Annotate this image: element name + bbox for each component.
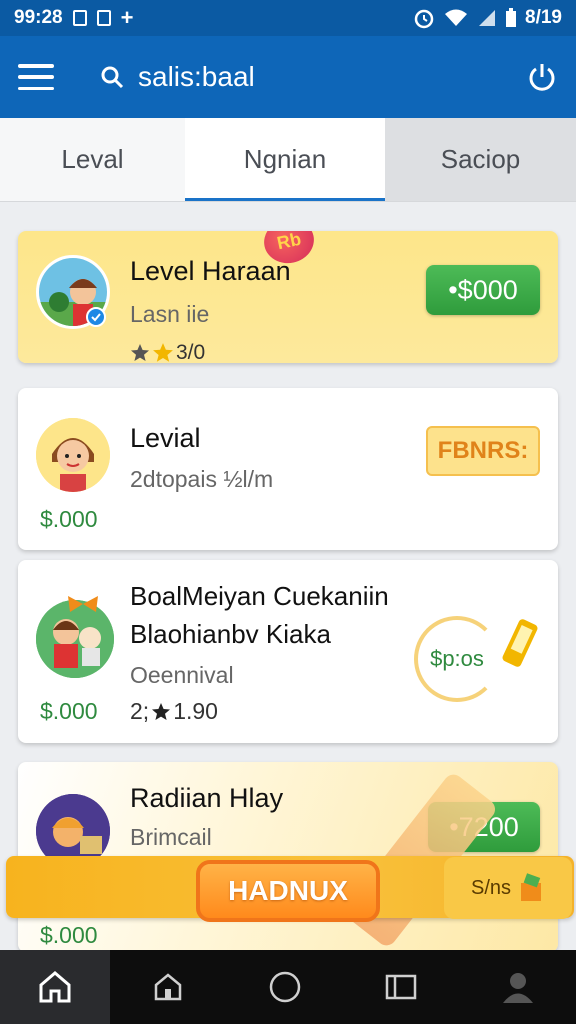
status-right: 8/19	[413, 7, 562, 29]
list-card-1[interactable]: Level Haraan Lasn iie 3/0 Rb •$000	[18, 231, 558, 363]
tab-saciop[interactable]: Saciop	[385, 118, 576, 201]
screen: 99:28 + 8/19 salis:baal Leval Ngnian Sac…	[0, 0, 576, 1024]
card-title: BoalMeiyan Cuekaniin	[130, 581, 389, 611]
card-title: Levial	[130, 423, 201, 453]
banner-side-label: S/ns	[470, 876, 512, 899]
message-icon	[96, 10, 111, 26]
star-icon	[131, 344, 149, 361]
bonus-button[interactable]: FBNRS:	[426, 426, 540, 476]
nav-profile[interactable]	[460, 950, 576, 1024]
card-price: $.000	[40, 922, 98, 948]
alarm-icon	[414, 9, 434, 29]
status-bar: 99:28 + 8/19	[0, 0, 576, 36]
nav-recent-apps[interactable]	[343, 950, 460, 1024]
rating-value: 3/0	[176, 341, 206, 363]
signal-icon	[479, 10, 496, 26]
card-subtitle: 2dtopais ½l/m	[130, 466, 274, 492]
circle-label: $p:os	[430, 646, 484, 671]
recent-apps-icon	[386, 974, 417, 1000]
house-icon	[155, 973, 182, 1001]
battery-icon	[506, 8, 517, 27]
tab-leval[interactable]: Leval	[0, 118, 185, 201]
nav-circle[interactable]	[227, 950, 344, 1024]
rating-value: 1.90	[173, 698, 218, 724]
price-button[interactable]: •$000	[426, 265, 540, 315]
power-icon[interactable]	[526, 61, 558, 93]
status-left: 99:28 +	[14, 5, 133, 31]
card-title-line2: Blaohianbv Kiaka	[130, 619, 331, 649]
list-card-3[interactable]: BoalMeiyan Cuekaniin Blaohianbv Kiaka Oe…	[18, 560, 558, 743]
home-icon	[39, 971, 71, 1003]
card-subtitle: Brimcail	[130, 824, 212, 850]
card-title: Level Haraan	[130, 256, 291, 286]
card-subtitle: Oeennival	[130, 662, 234, 688]
tab-bar: Leval Ngnian Saciop	[0, 118, 576, 202]
app-bar: salis:baal	[0, 36, 576, 118]
card-subtitle: Lasn iie	[130, 301, 210, 327]
tab-ngnian[interactable]: Ngnian	[185, 118, 385, 201]
nav-house[interactable]	[110, 950, 227, 1024]
gift-icon	[521, 873, 542, 901]
profile-icon	[502, 973, 533, 1003]
wifi-icon	[445, 9, 468, 26]
card-price: $.000	[40, 698, 98, 724]
list-card-2[interactable]: Levial 2dtopais ½l/m $.000 FBNRS:	[18, 388, 558, 550]
search-area[interactable]: salis:baal	[100, 61, 255, 93]
card-rating: 3/0	[130, 341, 205, 363]
star-icon	[153, 343, 173, 362]
circle-icon	[269, 971, 300, 1003]
meta-prefix: 2;	[130, 698, 150, 724]
status-battery-text: 8/19	[525, 7, 562, 28]
avatar	[36, 418, 110, 492]
search-title: salis:baal	[138, 61, 255, 92]
search-icon	[101, 66, 124, 89]
banner-button[interactable]: HADNUX	[196, 860, 380, 922]
bow-icon	[68, 596, 98, 612]
card-price: $.000	[40, 506, 98, 532]
plus-icon: +	[120, 5, 134, 30]
card-rating: 2; 1.90	[130, 698, 218, 725]
status-time: 99:28	[14, 7, 63, 28]
banner-side-button[interactable]: S/ns	[444, 857, 572, 919]
menu-icon[interactable]	[18, 64, 54, 90]
card-title: Radiian Hlay	[130, 783, 284, 813]
nav-home[interactable]	[0, 950, 110, 1024]
star-icon	[152, 702, 171, 720]
notification-icon	[72, 10, 87, 26]
navigation-bar	[0, 950, 576, 1024]
verified-icon	[86, 307, 106, 327]
phone-icon	[502, 619, 538, 667]
price-circle[interactable]: $p:os	[414, 616, 500, 702]
